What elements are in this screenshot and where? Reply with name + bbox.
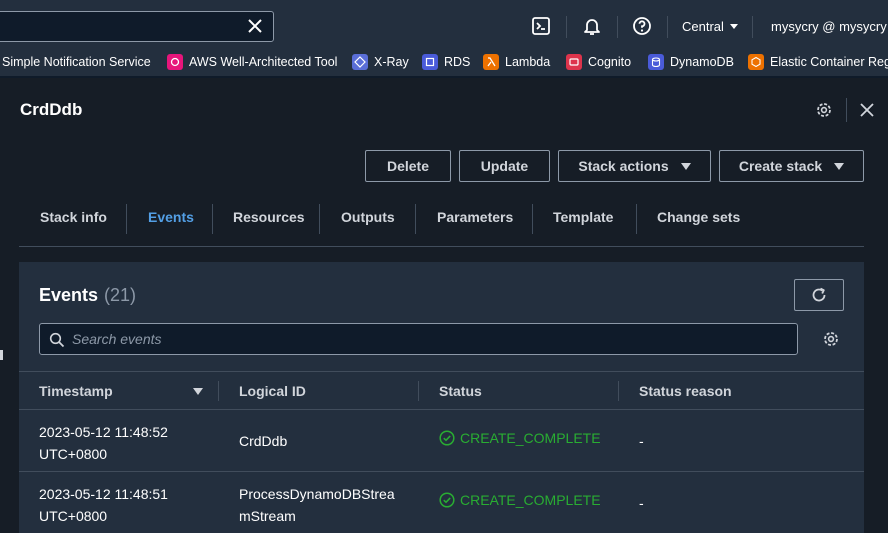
favorite-label: Elastic Container Reg — [770, 55, 888, 69]
ecr-icon — [748, 54, 764, 70]
logical-id-text: ProcessDynamoDBStrea — [239, 486, 395, 502]
favorite-label: DynamoDB — [670, 55, 734, 69]
chevron-down-icon — [729, 24, 738, 30]
status-text: CREATE_COMPLETE — [460, 492, 601, 508]
status-cell: CREATE_COMPLETE — [439, 430, 601, 446]
search-events-field[interactable] — [39, 323, 798, 355]
tab-resources[interactable]: Resources — [233, 202, 305, 233]
create-stack-label: Create stack — [738, 158, 823, 174]
caret-down-icon — [680, 162, 691, 170]
account-menu[interactable]: mysycry @ mysycry — [771, 19, 888, 34]
region-selector[interactable]: Central — [682, 19, 738, 34]
column-header-logical-id[interactable]: Logical ID — [239, 372, 306, 410]
table-row: 2023-05-12 11:48:52 UTC+0800 CrdDdb CREA… — [19, 410, 864, 472]
create-stack-dropdown[interactable]: Create stack — [719, 150, 864, 182]
favorite-xray[interactable]: X-Ray — [352, 53, 409, 71]
favorite-label: RDS — [444, 55, 471, 69]
help-icon[interactable] — [632, 16, 652, 36]
top-navigation: Central mysycry @ mysycry — [0, 0, 888, 47]
column-header-status-reason[interactable]: Status reason — [639, 372, 732, 410]
well-architected-icon — [167, 54, 183, 70]
favorite-dynamodb[interactable]: DynamoDB — [648, 53, 734, 71]
favorite-label: Lambda — [505, 55, 551, 69]
search-icon — [49, 332, 65, 348]
column-header-timestamp[interactable]: Timestamp — [39, 372, 113, 410]
refresh-button[interactable] — [794, 279, 844, 311]
bell-icon[interactable] — [582, 16, 602, 36]
search-events-input[interactable] — [72, 324, 787, 354]
status-reason-cell: - — [639, 433, 644, 449]
rds-icon — [422, 54, 438, 70]
refresh-icon — [812, 287, 826, 302]
table-row: 2023-05-12 11:48:51 UTC+0800 ProcessDyna… — [19, 472, 864, 533]
tab-change-sets[interactable]: Change sets — [657, 202, 740, 233]
tab-parameters[interactable]: Parameters — [437, 202, 513, 233]
favorite-well-architected[interactable]: AWS Well-Architected Tool — [167, 53, 337, 71]
region-label: Central — [682, 19, 724, 34]
global-search-input[interactable] — [0, 11, 274, 42]
clear-icon[interactable] — [245, 16, 265, 36]
update-button[interactable]: Update — [459, 150, 550, 182]
events-count: (21) — [104, 285, 137, 305]
delete-button[interactable]: Delete — [365, 150, 451, 182]
favorite-label: Cognito — [588, 55, 632, 69]
favorite-label: Simple Notification Service — [2, 55, 151, 69]
success-check-icon — [439, 492, 455, 508]
dynamodb-icon — [648, 54, 664, 70]
tab-stack-info[interactable]: Stack info — [40, 202, 107, 233]
cognito-icon — [566, 54, 582, 70]
logical-id-text: CrdDdb — [239, 433, 288, 449]
account-label: mysycry @ mysycry — [771, 19, 887, 34]
favorite-rds[interactable]: RDS — [422, 53, 470, 71]
sort-descending-icon[interactable] — [193, 388, 203, 395]
caret-down-icon — [834, 162, 845, 170]
logical-id-cell: CrdDdb — [239, 430, 287, 452]
logical-id-text-continued: mStream — [239, 508, 296, 524]
success-check-icon — [439, 430, 455, 446]
update-button-label: Update — [480, 158, 529, 174]
favorite-ecr[interactable]: Elastic Container Reg — [748, 53, 888, 71]
events-container: Events(21) Timestamp Logical ID — [19, 262, 864, 533]
events-heading: Events (21) — [39, 285, 136, 306]
stack-actions-label: Stack actions — [578, 158, 669, 174]
lambda-icon — [483, 54, 499, 70]
status-cell: CREATE_COMPLETE — [439, 492, 601, 508]
stack-actions-dropdown[interactable]: Stack actions — [558, 150, 711, 182]
favorite-cognito[interactable]: Cognito — [566, 53, 631, 71]
timestamp-cell: 2023-05-12 11:48:51 UTC+0800 — [39, 483, 168, 527]
favorite-sns[interactable]: Simple Notification Service — [2, 53, 151, 71]
stack-details-panel: CrdDdb Delete Update Stack actions Creat… — [0, 78, 888, 533]
tab-template[interactable]: Template — [553, 202, 613, 233]
favorite-label: AWS Well-Architected Tool — [189, 55, 338, 69]
timestamp-date: 2023-05-12 11:48:52 — [39, 424, 168, 440]
column-header-status[interactable]: Status — [439, 372, 482, 410]
favorite-label: X-Ray — [374, 55, 409, 69]
timestamp-date: 2023-05-12 11:48:51 — [39, 486, 168, 502]
favorite-lambda[interactable]: Lambda — [483, 53, 550, 71]
tab-events[interactable]: Events — [148, 202, 194, 233]
xray-icon — [352, 54, 368, 70]
events-title: Events — [39, 285, 99, 305]
logical-id-cell: ProcessDynamoDBStrea mStream — [239, 483, 395, 527]
status-reason-cell: - — [639, 495, 644, 511]
settings-icon[interactable] — [814, 100, 834, 120]
page-edge-marker — [0, 350, 3, 360]
page-title: CrdDdb — [20, 100, 83, 119]
timestamp-cell: 2023-05-12 11:48:52 UTC+0800 — [39, 421, 168, 465]
table-header: Timestamp Logical ID Status Status reaso… — [19, 371, 864, 410]
favorites-bar: Simple Notification Service AWS Well-Arc… — [0, 47, 888, 77]
status-text: CREATE_COMPLETE — [460, 430, 601, 446]
tab-outputs[interactable]: Outputs — [341, 202, 395, 233]
preferences-icon[interactable] — [821, 329, 841, 349]
cloudshell-icon[interactable] — [531, 16, 551, 36]
close-icon[interactable] — [857, 100, 877, 120]
tab-list: Stack info Events Resources Outputs Para… — [19, 202, 864, 247]
delete-button-label: Delete — [386, 158, 430, 174]
timestamp-zone: UTC+0800 — [39, 508, 108, 524]
timestamp-zone: UTC+0800 — [39, 446, 108, 462]
